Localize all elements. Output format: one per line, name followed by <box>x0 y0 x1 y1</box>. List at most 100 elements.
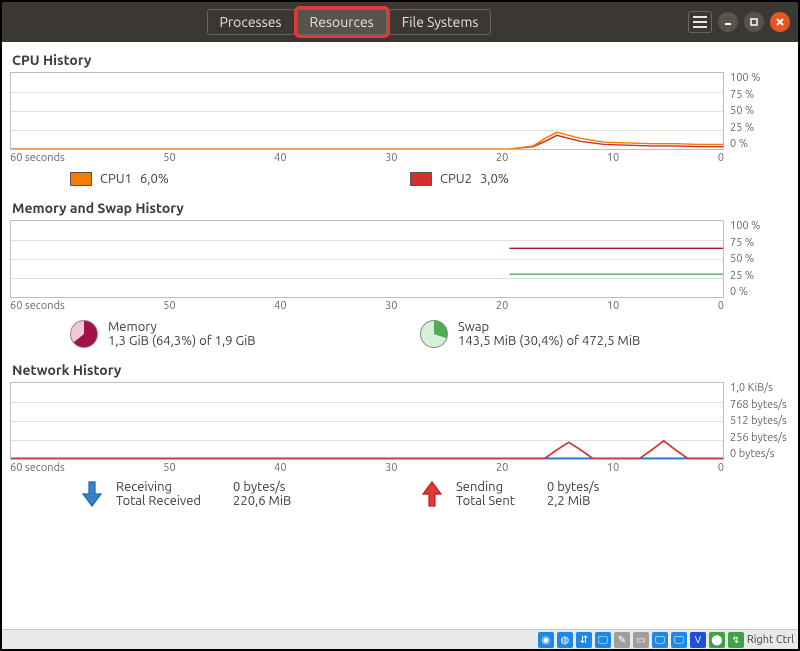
x-0: 0 <box>718 300 724 312</box>
swap-legend-item[interactable]: Swap 143,5 MiB (30,4%) of 472,5 MiB <box>420 320 740 348</box>
x-40: 40 <box>274 462 286 474</box>
cpu1-swatch-icon <box>70 172 92 186</box>
memory-title: Memory <box>108 320 256 334</box>
x-10: 10 <box>607 462 619 474</box>
net-y-1: 256 bytes/s <box>730 432 790 444</box>
cpu-y-0: 0 % <box>730 138 790 150</box>
cpu-chart-row: 100 % 75 % 50 % 25 % 0 % <box>10 72 790 150</box>
total-sent-value: 2,2 MiB <box>547 494 599 508</box>
x-40: 40 <box>274 300 286 312</box>
mem-y-75: 75 % <box>730 237 790 249</box>
mem-x-axis: 60 seconds 50 40 30 20 10 0 <box>10 298 790 314</box>
memory-history-title: Memory and Swap History <box>12 200 790 216</box>
network-history-title: Network History <box>12 362 790 378</box>
x-30: 30 <box>385 300 397 312</box>
cpu-legend: CPU1 6,0% CPU2 3,0% <box>10 166 790 196</box>
net-y-axis: 1,0 KiB/s 768 bytes/s 512 bytes/s 256 by… <box>724 382 790 460</box>
total-sent-label: Total Sent <box>456 494 515 508</box>
x-50: 50 <box>163 462 175 474</box>
display-icon[interactable]: 🖵 <box>652 632 668 648</box>
mouse-integration-icon[interactable]: ↯ <box>728 632 744 648</box>
minimize-button[interactable] <box>718 12 738 32</box>
swap-title: Swap <box>458 320 640 334</box>
memory-detail: 1,3 GiB (64,3%) of 1,9 GiB <box>108 334 256 348</box>
tab-filesystems[interactable]: File Systems <box>389 9 492 35</box>
close-icon <box>775 17 785 27</box>
close-button[interactable] <box>770 12 790 32</box>
x-50: 50 <box>163 152 175 164</box>
host-key-label: Right Ctrl <box>747 634 794 646</box>
mem-y-25: 25 % <box>730 270 790 282</box>
cpu-y-25: 25 % <box>730 122 790 134</box>
optical-icon[interactable]: ◍ <box>557 632 573 648</box>
minimize-icon <box>723 17 733 27</box>
disk-icon[interactable]: ◉ <box>538 632 554 648</box>
cpu-chart <box>10 72 724 150</box>
net-y-3: 768 bytes/s <box>730 399 790 411</box>
swap-detail: 143,5 MiB (30,4%) of 472,5 MiB <box>458 334 640 348</box>
x-20: 20 <box>496 152 508 164</box>
mem-y-axis: 100 % 75 % 50 % 25 % 0 % <box>724 220 790 298</box>
window-controls <box>688 11 790 33</box>
recording-icon[interactable]: 🖵 <box>671 632 687 648</box>
mem-plot <box>11 221 723 297</box>
memory-pie-icon <box>70 320 98 348</box>
drag-drop-icon[interactable]: ▭ <box>633 632 649 648</box>
hamburger-menu-button[interactable] <box>688 11 712 33</box>
net-legend: Receiving Total Received 0 bytes/s 220,6… <box>10 476 790 510</box>
x-20: 20 <box>496 462 508 474</box>
x-50: 50 <box>163 300 175 312</box>
sending-label: Sending <box>456 480 515 494</box>
total-received-value: 220,6 MiB <box>233 494 291 508</box>
receiving-legend-item[interactable]: Receiving Total Received 0 bytes/s 220,6… <box>80 480 390 508</box>
total-received-label: Total Received <box>116 494 201 508</box>
cpu2-legend-item[interactable]: CPU2 3,0% <box>410 172 710 186</box>
clipboard-icon[interactable]: ✎ <box>614 632 630 648</box>
mem-y-50: 50 % <box>730 253 790 265</box>
sending-rate: 0 bytes/s <box>547 480 599 494</box>
x-60: 60 seconds <box>10 462 65 474</box>
x-0: 0 <box>718 462 724 474</box>
usb-icon[interactable]: ⇵ <box>576 632 592 648</box>
cpu-plot <box>11 73 723 149</box>
hamburger-icon <box>693 16 707 28</box>
view-tabs: Processes Resources File Systems <box>207 9 492 35</box>
net-chart-row: 1,0 KiB/s 768 bytes/s 512 bytes/s 256 by… <box>10 382 790 460</box>
maximize-icon <box>749 17 759 27</box>
upload-arrow-icon <box>420 480 444 508</box>
cpu-history-title: CPU History <box>12 52 790 68</box>
net-y-4: 1,0 KiB/s <box>730 382 790 394</box>
cpu2-label: CPU2 <box>440 172 472 186</box>
memory-legend-item[interactable]: Memory 1,3 GiB (64,3%) of 1,9 GiB <box>70 320 390 348</box>
net-plot <box>11 383 723 459</box>
cpu-y-75: 75 % <box>730 89 790 101</box>
cpu1-value: 6,0% <box>140 172 169 186</box>
mem-legend: Memory 1,3 GiB (64,3%) of 1,9 GiB Swap 1… <box>10 314 790 358</box>
x-30: 30 <box>385 152 397 164</box>
shared-folder-icon[interactable]: 🖵 <box>595 632 611 648</box>
cpu2-swatch-icon <box>410 172 432 186</box>
window-header: Processes Resources File Systems <box>2 2 798 42</box>
maximize-button[interactable] <box>744 12 764 32</box>
mem-y-0: 0 % <box>730 286 790 298</box>
swap-pie-icon <box>420 320 448 348</box>
net-x-axis: 60 seconds 50 40 30 20 10 0 <box>10 460 790 476</box>
vbox-icon[interactable]: V <box>690 632 706 648</box>
x-30: 30 <box>385 462 397 474</box>
x-10: 10 <box>607 300 619 312</box>
sending-legend-item[interactable]: Sending Total Sent 0 bytes/s 2,2 MiB <box>420 480 730 508</box>
cpu1-label: CPU1 <box>100 172 132 186</box>
x-40: 40 <box>274 152 286 164</box>
tab-processes[interactable]: Processes <box>207 9 295 35</box>
net-y-2: 512 bytes/s <box>730 415 790 427</box>
x-60: 60 seconds <box>10 152 65 164</box>
mem-y-100: 100 % <box>730 220 790 232</box>
net-y-0: 0 bytes/s <box>730 448 790 460</box>
download-arrow-icon <box>80 480 104 508</box>
tab-resources[interactable]: Resources <box>297 9 387 35</box>
x-20: 20 <box>496 300 508 312</box>
network-icon[interactable]: ⬤ <box>709 632 725 648</box>
cpu-y-axis: 100 % 75 % 50 % 25 % 0 % <box>724 72 790 150</box>
cpu-y-50: 50 % <box>730 105 790 117</box>
cpu1-legend-item[interactable]: CPU1 6,0% <box>70 172 370 186</box>
